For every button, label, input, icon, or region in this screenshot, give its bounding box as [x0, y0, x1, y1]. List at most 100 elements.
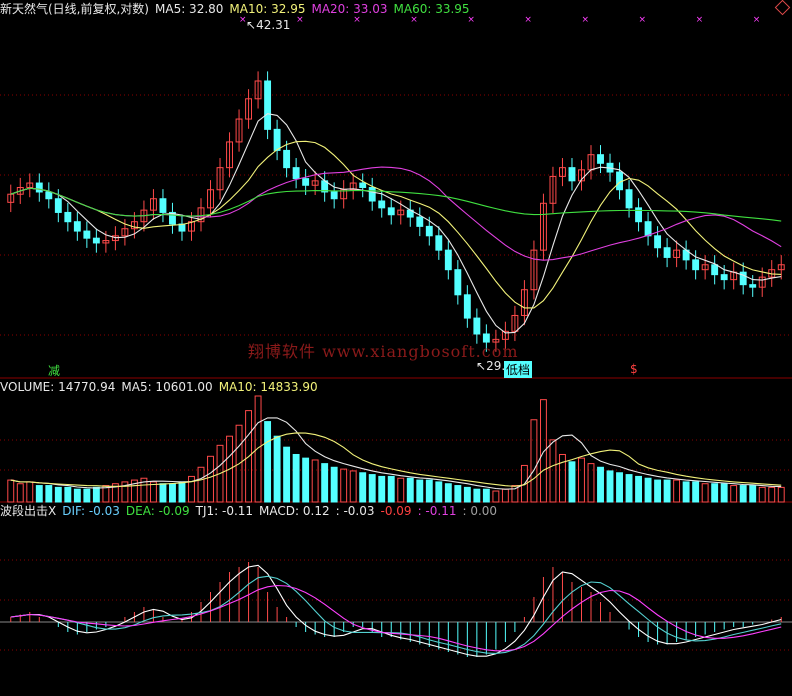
volume-bar — [92, 486, 100, 503]
volume-bar — [207, 455, 214, 503]
candle-body — [283, 149, 291, 169]
volume-bar — [701, 483, 709, 503]
header-item: TJ1: -0.11 — [195, 504, 254, 518]
volume-bar — [501, 488, 509, 503]
price-panel-header: 新天然气(日线,前复权,对数) MA5: 32.80 MA10: 32.95 MA20… — [0, 1, 476, 17]
volume-bar — [378, 475, 386, 503]
volume-bar — [673, 479, 681, 503]
volume-bar — [64, 486, 72, 503]
volume-bar — [45, 485, 53, 503]
volume-bar — [73, 488, 81, 503]
header-item: MACD: 0.12 — [259, 504, 330, 518]
volume-bar — [83, 488, 91, 503]
volume-bar — [368, 474, 376, 503]
volume-bar — [283, 446, 291, 503]
volume-bar — [530, 419, 538, 503]
watermark-text: 翔博软件 www.xiangbosoft.com — [248, 342, 519, 361]
ma20-line — [10, 166, 782, 261]
volume-bar — [454, 485, 462, 503]
candle-body — [83, 230, 91, 239]
volume-bar — [644, 477, 652, 503]
candle-body — [425, 225, 433, 237]
volume-bar — [578, 457, 585, 503]
candle-body — [273, 128, 281, 151]
macd-panel-header: 波段出击X DIF: -0.03 DEA: -0.09 TJ1: -0.11 MACD:… — [0, 503, 503, 519]
header-item: DIF: -0.03 — [62, 504, 120, 518]
candle-body — [264, 80, 272, 130]
candle-body — [454, 269, 462, 296]
volume-bar — [749, 485, 757, 503]
volume-bar — [159, 483, 167, 503]
candle-body — [711, 264, 719, 276]
volume-bar — [7, 479, 15, 503]
candle-body — [473, 317, 481, 335]
volume-panel-header: VOLUME: 14770.94 MA5: 10601.00 MA10: 14833… — [0, 379, 324, 395]
volume-bar — [549, 439, 557, 503]
high-price-label: ↖42.31 — [246, 18, 291, 32]
dollar-signal-label: $ — [630, 362, 638, 376]
volume-bar — [597, 466, 604, 503]
header-item: MA20: 33.03 — [311, 2, 388, 16]
high-pointer-icon: ↖ — [246, 18, 257, 32]
top-x-marker: × — [524, 15, 532, 25]
volume-bar — [26, 481, 34, 503]
volume-bar — [406, 477, 414, 503]
volume-ma10-line — [10, 432, 782, 487]
di-dang-signal-label: 低档 — [504, 361, 533, 378]
volume-bar — [616, 472, 623, 503]
volume-bar — [311, 459, 319, 503]
volume-bar — [730, 485, 738, 503]
candle-body — [54, 198, 62, 213]
volume-bar — [711, 483, 719, 503]
candle-body — [330, 191, 338, 200]
volume-bar — [768, 486, 776, 503]
volume-bar — [635, 475, 643, 503]
dif-line — [10, 564, 782, 657]
volume-bar — [273, 435, 281, 503]
candle-body — [692, 259, 700, 271]
candle-body — [35, 182, 43, 193]
top-x-marker: × — [753, 15, 761, 25]
volume-bar — [435, 481, 443, 503]
volume-bar — [349, 470, 357, 503]
volume-bar — [321, 463, 329, 503]
ma60-line — [10, 187, 782, 222]
top-x-marker: × — [581, 15, 589, 25]
dea-line — [10, 575, 782, 654]
volume-bar — [397, 477, 405, 503]
header-item: -0.09 — [380, 504, 412, 518]
volume-bar — [473, 488, 481, 503]
candle-body — [568, 167, 576, 182]
volume-bar — [587, 463, 595, 503]
volume-bar — [625, 474, 633, 503]
header-item: : 0.00 — [462, 504, 498, 518]
candle-body — [416, 216, 424, 227]
volume-bar — [359, 472, 367, 503]
volume-bar — [188, 475, 195, 503]
volume-bar — [492, 490, 500, 503]
volume-bar — [663, 479, 671, 503]
volume-bar — [330, 466, 338, 503]
candle-body — [435, 235, 443, 251]
header-item: VOLUME: 14770.94 — [0, 380, 116, 394]
candle-body — [378, 200, 386, 209]
volume-bar — [606, 470, 614, 503]
candle-body — [644, 221, 652, 237]
ma10-line — [10, 140, 782, 309]
candle-body — [92, 237, 100, 244]
volume-bar — [340, 468, 348, 503]
volume-bar — [682, 481, 690, 503]
volume-bar — [35, 485, 43, 503]
candle-body — [45, 191, 53, 200]
header-item: : -0.11 — [417, 504, 457, 518]
volume-bar — [254, 395, 262, 503]
volume-bar — [387, 475, 395, 503]
header-item: : -0.03 — [335, 504, 375, 518]
candle-body — [663, 247, 671, 258]
volume-bar — [539, 399, 547, 503]
volume-bar — [178, 481, 186, 503]
volume-bar — [482, 488, 490, 503]
candle-body — [359, 182, 367, 188]
volume-bar — [654, 479, 662, 503]
volume-bar — [16, 483, 24, 503]
